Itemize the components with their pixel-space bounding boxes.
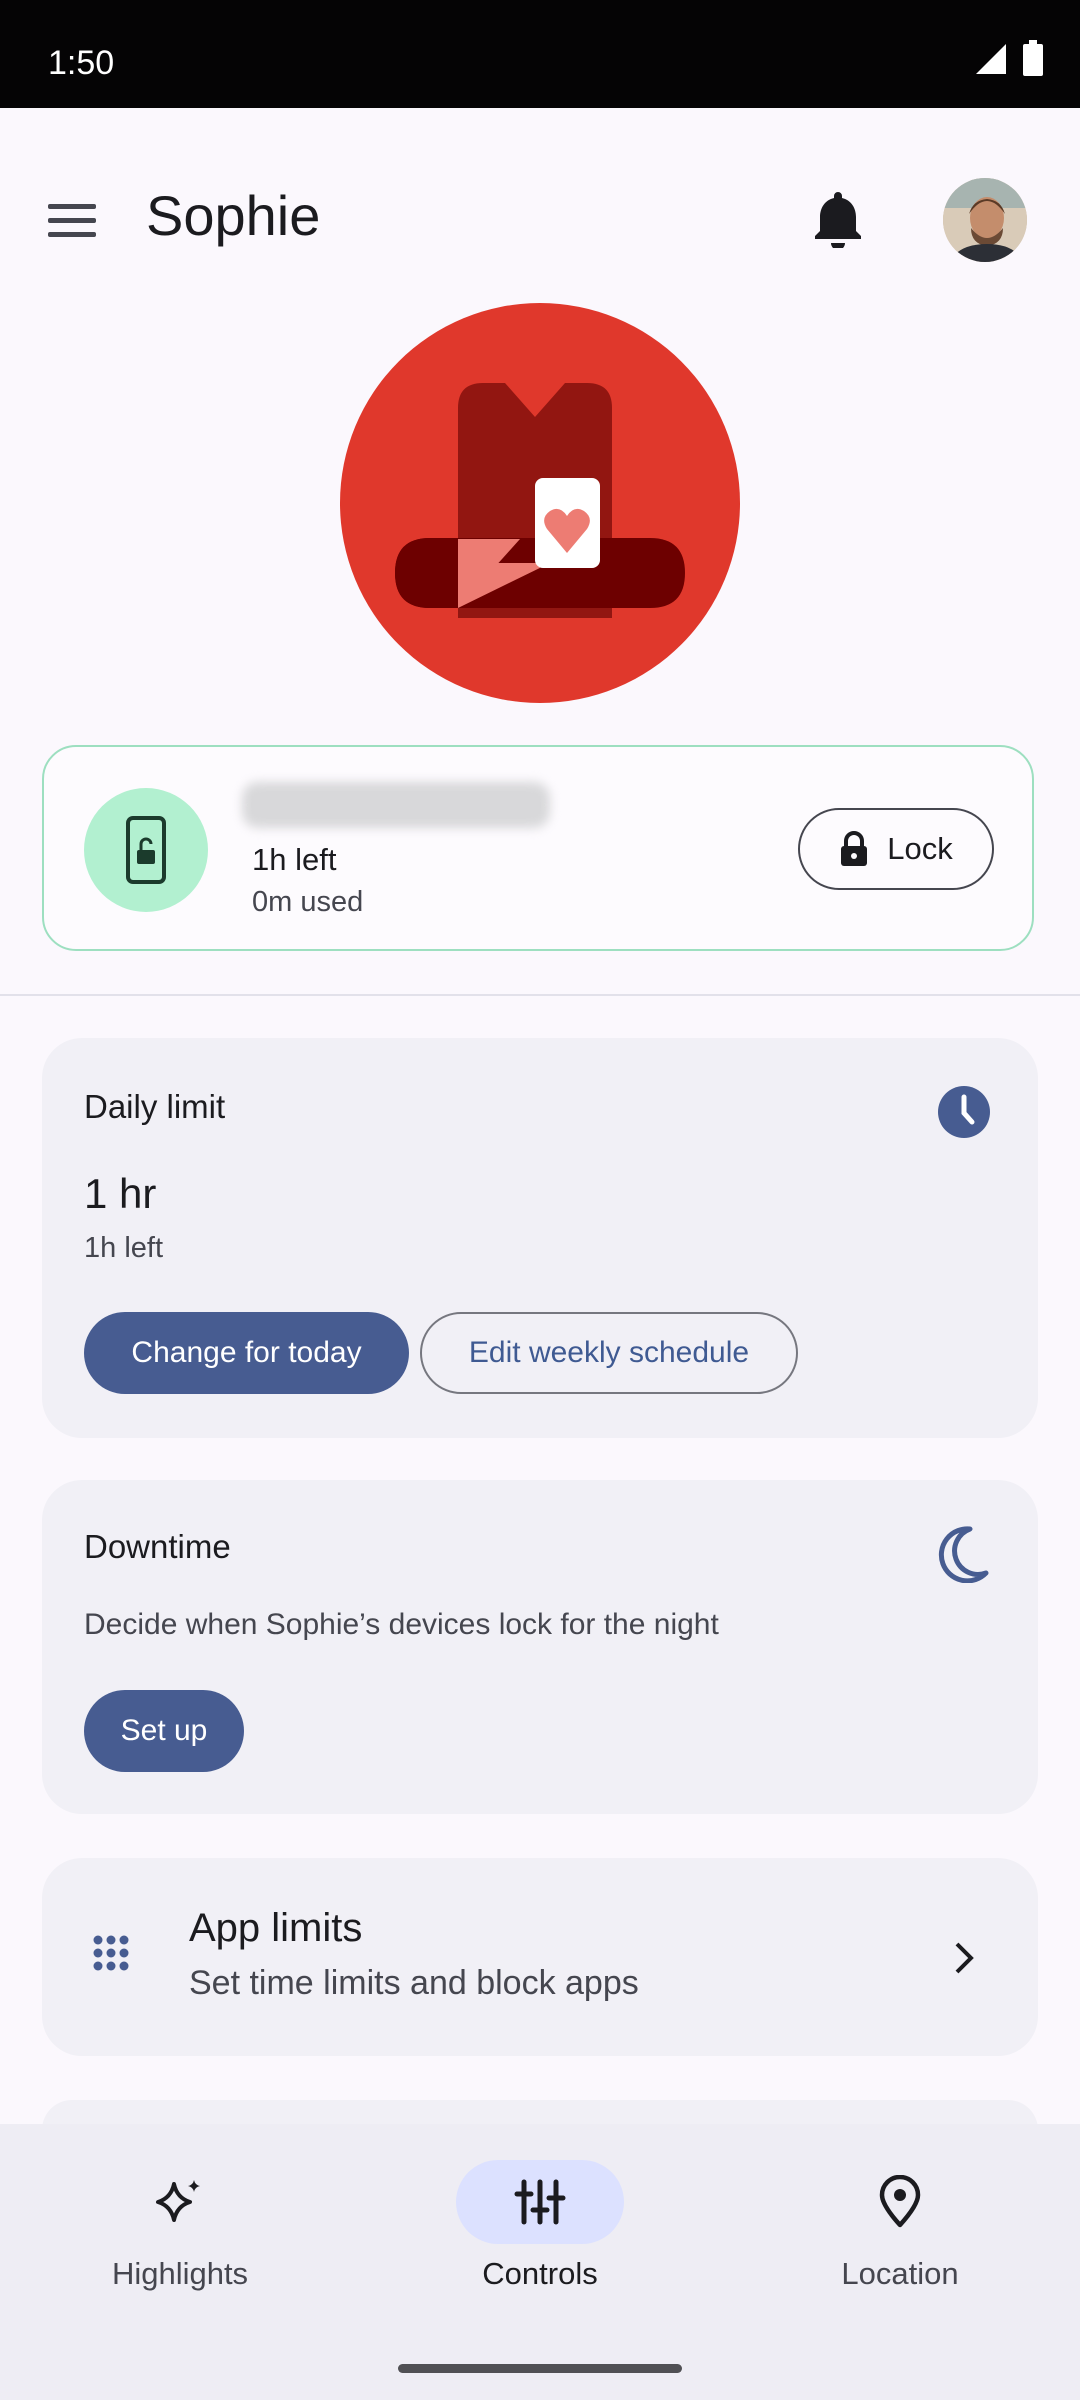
nav-location[interactable]: Location bbox=[770, 2160, 1030, 2310]
battery-icon bbox=[1023, 40, 1043, 76]
set-up-button[interactable]: Set up bbox=[84, 1690, 244, 1772]
change-for-today-button[interactable]: Change for today bbox=[84, 1312, 409, 1394]
lock-label: Lock bbox=[887, 831, 953, 866]
clock-icon bbox=[938, 1086, 990, 1138]
daily-limit-value: 1 hr bbox=[84, 1170, 157, 1217]
location-pin-icon bbox=[879, 2175, 921, 2228]
downtime-title: Downtime bbox=[84, 1528, 231, 1565]
daily-limit-title: Daily limit bbox=[84, 1088, 226, 1125]
nav-highlights[interactable]: Highlights bbox=[50, 2160, 310, 2310]
lock-button[interactable]: Lock bbox=[798, 808, 994, 890]
app-limits-subtitle: Set time limits and block apps bbox=[189, 1964, 639, 2002]
app-limits-card[interactable] bbox=[42, 1858, 1038, 2056]
device-name-redacted bbox=[242, 782, 550, 828]
moon-icon bbox=[938, 1526, 989, 1583]
sparkle-icon bbox=[156, 2180, 200, 2222]
chevron-right-icon bbox=[955, 1942, 974, 1974]
home-indicator[interactable] bbox=[398, 2364, 682, 2373]
apps-grid-icon bbox=[93, 1935, 129, 1971]
device-time-used: 0m used bbox=[252, 886, 364, 918]
signal-icon bbox=[972, 40, 1006, 74]
nav-controls[interactable]: Controls bbox=[410, 2160, 670, 2310]
unlocked-phone-icon bbox=[84, 788, 208, 912]
status-icons bbox=[972, 40, 1044, 76]
sliders-icon bbox=[514, 2179, 566, 2225]
nav-controls-label: Controls bbox=[482, 2256, 598, 2291]
app-limits-title: App limits bbox=[189, 1906, 363, 1950]
daily-limit-left: 1h left bbox=[84, 1232, 163, 1264]
divider bbox=[0, 994, 1080, 996]
device-time-left: 1h left bbox=[252, 842, 337, 877]
hero-illustration bbox=[340, 303, 740, 703]
downtime-description: Decide when Sophie’s devices lock for th… bbox=[84, 1608, 719, 1641]
edit-weekly-schedule-button[interactable]: Edit weekly schedule bbox=[420, 1312, 798, 1394]
status-time: 1:50 bbox=[48, 44, 115, 82]
nav-location-label: Location bbox=[841, 2256, 959, 2291]
nav-highlights-label: Highlights bbox=[111, 2256, 249, 2291]
bell-icon[interactable] bbox=[810, 188, 866, 248]
status-bar bbox=[0, 0, 1080, 108]
menu-icon[interactable] bbox=[40, 190, 108, 250]
page-title: Sophie bbox=[146, 184, 321, 247]
lock-icon bbox=[841, 831, 868, 866]
avatar[interactable] bbox=[943, 178, 1027, 262]
